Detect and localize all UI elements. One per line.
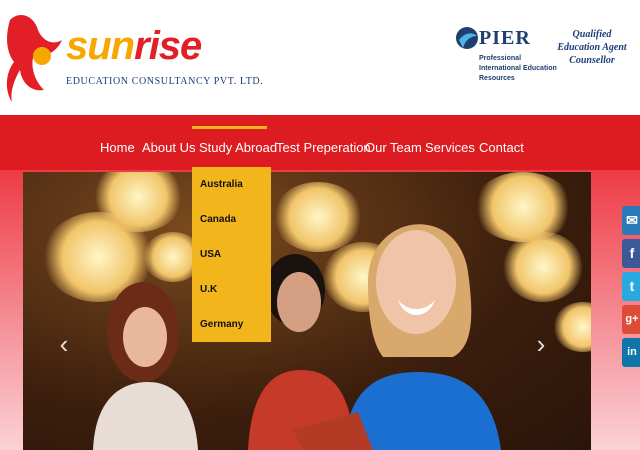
dropdown-item-canada[interactable]: Canada [200,202,236,237]
pier-logo: PIER Professional International Educatio… [455,24,557,84]
kangaroo-logo-icon [6,15,63,102]
dropdown-item-germany[interactable]: Germany [200,307,243,342]
nav-contact[interactable]: Contact [479,125,524,170]
site-header: sunrise EDUCATION CONSULTANCY PVT. LTD. … [0,0,640,115]
linkedin-icon[interactable]: in [622,338,640,367]
study-abroad-dropdown: Australia Canada USA U.K Germany [192,167,271,342]
brand-subtitle: EDUCATION CONSULTANCY PVT. LTD. [66,76,264,87]
sunrise-logo[interactable]: sunrise EDUCATION CONSULTANCY PVT. LTD. [4,10,264,105]
nav-services[interactable]: Services [425,125,475,170]
agent-tagline: Qualified Education Agent Counsellor [557,29,627,66]
pier-description: Professional International Education Res… [479,55,557,82]
pier-name: PIER [479,27,531,49]
dropdown-item-usa[interactable]: USA [200,237,221,272]
nav-study-abroad[interactable]: Study Abroad [199,125,277,170]
hero-people-illustration [93,224,501,450]
dropdown-item-australia[interactable]: Australia [200,167,243,202]
nav-home[interactable]: Home [100,125,135,170]
pier-globe-icon [456,27,478,49]
nav-our-team[interactable]: Our Team [365,125,422,170]
brand-name: sunrise [66,24,202,68]
nav-about-us[interactable]: About Us [142,125,195,170]
slider-prev-arrow[interactable]: ‹ [55,330,73,358]
slider-next-arrow[interactable]: › [532,330,550,358]
facebook-icon[interactable]: f [622,239,640,268]
dropdown-item-uk[interactable]: U.K [200,272,217,307]
twitter-icon[interactable]: t [622,272,640,301]
hero-slider [23,172,591,450]
nav-test-preperation[interactable]: Test Preperation [276,125,371,170]
email-icon[interactable]: ✉ [622,206,640,235]
google-plus-icon[interactable]: g+ [622,305,640,334]
